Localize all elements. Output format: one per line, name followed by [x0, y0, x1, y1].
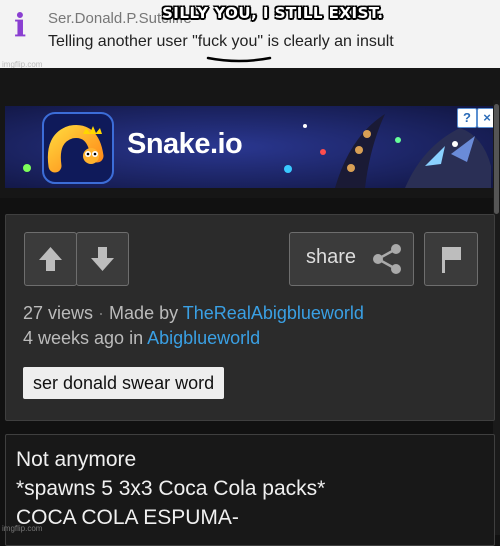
arrow-up-icon: [39, 247, 62, 271]
info-icon: i: [14, 6, 27, 44]
comment-line: *spawns 5 3x3 Coca Cola packs*: [16, 477, 326, 500]
ad-area: Snake.io ? ×: [0, 68, 500, 198]
watermark-bottom: imgflip.com: [2, 524, 43, 533]
share-label: share: [306, 246, 357, 268]
ad-title: Snake.io: [127, 128, 243, 160]
stream-link[interactable]: Abigblueworld: [147, 328, 260, 348]
comment-line: COCA COLA ESPUMA-: [16, 506, 239, 529]
meme-caption: SILLY YOU, I STILL EXIST.: [162, 4, 384, 22]
ad-banner[interactable]: Snake.io ? ×: [5, 106, 495, 188]
comment-box: Not anymore *spawns 5 3x3 Coca Cola pack…: [5, 434, 495, 546]
flag-button[interactable]: [424, 232, 478, 286]
post-time: 4 weeks ago in: [23, 328, 144, 348]
watermark-top: imgflip.com: [2, 60, 43, 68]
made-by-label: Made by: [109, 303, 179, 323]
meta-separator: ·: [98, 303, 110, 323]
post-meta-line-2: 4 weeks ago in Abigblueworld: [23, 328, 260, 349]
upvote-button[interactable]: [24, 232, 77, 286]
help-icon[interactable]: ?: [457, 108, 477, 128]
ad-artwork: [5, 106, 495, 188]
author-link[interactable]: TheRealAbigblueworld: [183, 303, 364, 323]
top-comment-strip: i Ser.Donald.P.Sutcliffe SILLY YOU, I ST…: [0, 0, 500, 68]
post-info-panel: share 27 views · Made by TheRealAbigblue…: [5, 214, 495, 421]
downvote-button[interactable]: [76, 232, 129, 286]
comment-line: Not anymore: [16, 448, 137, 471]
flag-icon: [442, 247, 461, 273]
arrow-down-icon: [91, 247, 114, 271]
comment-text: Telling another user "fuck you" is clear…: [48, 33, 394, 50]
share-button[interactable]: share: [289, 232, 414, 286]
scrollbar-thumb[interactable]: [494, 104, 499, 214]
handdrawn-underline: [206, 56, 272, 63]
post-tag[interactable]: ser donald swear word: [23, 367, 225, 399]
post-meta-line-1: 27 views · Made by TheRealAbigblueworld: [23, 303, 364, 324]
view-count: 27 views: [23, 303, 94, 323]
